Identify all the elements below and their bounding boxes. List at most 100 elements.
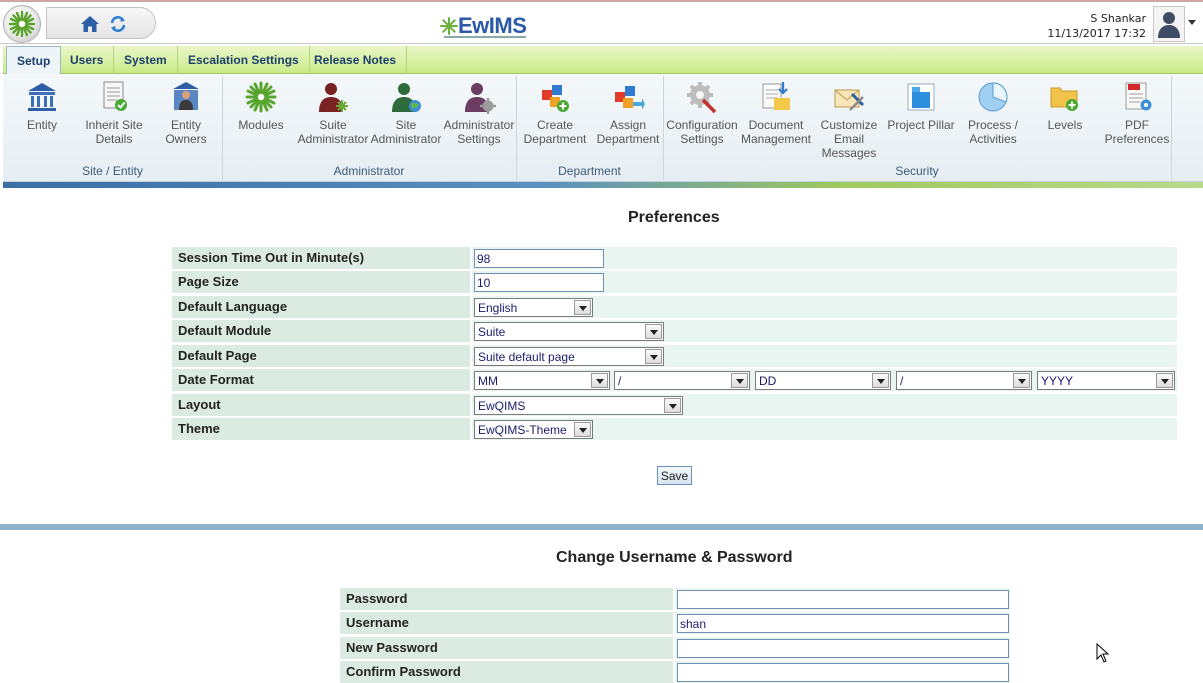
chevron-down-icon	[664, 398, 681, 413]
chevron-down-icon	[645, 349, 662, 364]
chevron-down-icon	[731, 373, 748, 388]
page-size-input[interactable]: 10	[474, 273, 604, 292]
app-menu-button[interactable]	[3, 5, 41, 43]
form-row-date-format: Date Format MM / DD / YYYY	[172, 369, 1177, 391]
project-pillar-icon	[907, 83, 935, 111]
tab-users[interactable]: Users	[60, 46, 115, 74]
field-label: Theme	[172, 418, 470, 440]
user-avatar-button[interactable]	[1153, 6, 1185, 42]
ribbon-group-separator	[1171, 76, 1172, 180]
tab-label: Setup	[17, 54, 51, 68]
field-value-cell	[675, 661, 1010, 683]
user-name: S Shankar	[1090, 12, 1146, 25]
ribbon-tabs: Setup Users System Escalation Settings R…	[3, 46, 1203, 75]
modules-button[interactable]: Modules	[224, 80, 298, 132]
mouse-pointer-icon	[1096, 643, 1110, 663]
site-administrator-button[interactable]: Site Administrator	[369, 80, 443, 146]
date-format-separator-2-select[interactable]: /	[896, 371, 1032, 390]
chevron-down-icon	[574, 300, 591, 315]
group-label-administrator: Administrator	[333, 164, 405, 178]
document-management-button[interactable]: Document Management	[739, 80, 813, 146]
logo-star-icon	[440, 17, 458, 35]
tab-system[interactable]: System	[114, 46, 178, 74]
ribbon-button-label: PDF Preferences	[1104, 118, 1170, 146]
suite-administrator-button[interactable]: Suite Administrator	[296, 80, 370, 146]
assign-department-button[interactable]: Assign Department	[591, 80, 665, 146]
ribbon-button-label: Document Management	[740, 118, 812, 146]
refresh-icon	[110, 16, 126, 32]
select-value: MM	[478, 374, 498, 388]
new-password-input[interactable]	[677, 639, 1009, 658]
project-pillar-button[interactable]: Project Pillar	[884, 80, 958, 132]
field-value-cell: EwQIMS	[472, 394, 1177, 416]
tab-escalation-settings[interactable]: Escalation Settings	[178, 46, 310, 74]
select-value: Suite default page	[478, 350, 575, 364]
document-check-icon	[103, 81, 127, 111]
tab-release-notes[interactable]: Release Notes	[304, 46, 408, 74]
brand-logo: EwIMS	[440, 12, 527, 40]
select-value: EwQIMS	[478, 399, 526, 413]
default-page-select[interactable]: Suite default page	[474, 347, 664, 366]
date-format-part-1-select[interactable]: MM	[474, 371, 610, 390]
field-label: Username	[340, 612, 673, 634]
ribbon-button-label: Levels	[1047, 118, 1083, 132]
date-format-part-3-select[interactable]: YYYY	[1037, 371, 1175, 390]
password-input[interactable]	[677, 590, 1009, 609]
form-row-default-module: Default Module Suite	[172, 320, 1177, 342]
field-label: Date Format	[172, 369, 470, 391]
form-row-session-timeout: Session Time Out in Minute(s) 98	[172, 247, 1177, 269]
ribbon-button-label: Entity	[26, 118, 57, 132]
chevron-down-icon	[1156, 373, 1173, 388]
create-department-button[interactable]: Create Department	[518, 80, 592, 146]
customize-email-messages-button[interactable]: Customize Email Messages	[812, 80, 886, 160]
home-button[interactable]	[79, 14, 101, 34]
top-header: EwIMS S Shankar 11/13/2017 17:32	[0, 0, 1203, 44]
user-menu-caret-icon[interactable]	[1188, 20, 1196, 25]
process-activities-button[interactable]: Process / Activities	[956, 80, 1030, 146]
username-input[interactable]: shan	[677, 614, 1009, 633]
form-row-new-password: New Password	[340, 637, 1010, 659]
session-timeout-input[interactable]: 98	[474, 249, 604, 268]
ribbon-button-label: Customize Email Messages	[820, 118, 878, 160]
field-value-cell: English	[472, 296, 1177, 318]
field-value-cell	[675, 588, 1010, 610]
ribbon-button-label: Administrator Settings	[443, 118, 515, 146]
ribbon-button-label: Configuration Settings	[666, 118, 738, 146]
ribbon-button-label: Site Administrator	[370, 118, 442, 146]
field-label: Layout	[172, 394, 470, 416]
date-format-separator-1-select[interactable]: /	[614, 371, 750, 390]
inherit-site-details-button[interactable]: Inherit Site Details	[77, 80, 151, 146]
folder-add-icon	[1050, 87, 1078, 111]
ribbon-button-label: Inherit Site Details	[85, 118, 143, 146]
form-row-layout: Layout EwQIMS	[172, 394, 1177, 416]
administrator-settings-button[interactable]: Administrator Settings	[442, 80, 516, 146]
tab-setup[interactable]: Setup	[6, 46, 62, 75]
confirm-password-input[interactable]	[677, 663, 1009, 682]
email-customize-icon	[834, 89, 865, 111]
app-logo-icon	[8, 10, 36, 38]
change-credentials-title: Change Username & Password	[556, 549, 793, 566]
admin-settings-icon	[465, 83, 496, 114]
ribbon-button-label: Entity Owners	[165, 118, 207, 146]
theme-select[interactable]: EwQIMS-Theme	[474, 420, 593, 439]
group-label-site-entity: Site / Entity	[82, 164, 143, 178]
default-language-select[interactable]: English	[474, 298, 593, 317]
layout-select[interactable]: EwQIMS	[474, 396, 683, 415]
form-row-password: Password	[340, 588, 1010, 610]
pdf-preferences-button[interactable]: PDF Preferences	[1100, 80, 1174, 146]
chevron-down-icon	[591, 373, 608, 388]
entity-button[interactable]: Entity	[5, 80, 79, 132]
date-format-part-2-select[interactable]: DD	[755, 371, 891, 390]
refresh-button[interactable]	[107, 14, 129, 34]
entity-owners-button[interactable]: Entity Owners	[149, 80, 223, 146]
site-admin-globe-icon	[392, 83, 421, 112]
field-label: Page Size	[172, 271, 470, 293]
default-module-select[interactable]: Suite	[474, 322, 664, 341]
configuration-settings-button[interactable]: Configuration Settings	[665, 80, 739, 146]
save-button[interactable]: Save	[657, 466, 692, 485]
levels-button[interactable]: Levels	[1028, 80, 1102, 132]
login-datetime: 11/13/2017 17:32	[1047, 27, 1146, 40]
form-row-default-page: Default Page Suite default page	[172, 345, 1177, 367]
ribbon-button-label: Suite Administrator	[297, 118, 369, 146]
form-row-username: Username shan	[340, 612, 1010, 634]
